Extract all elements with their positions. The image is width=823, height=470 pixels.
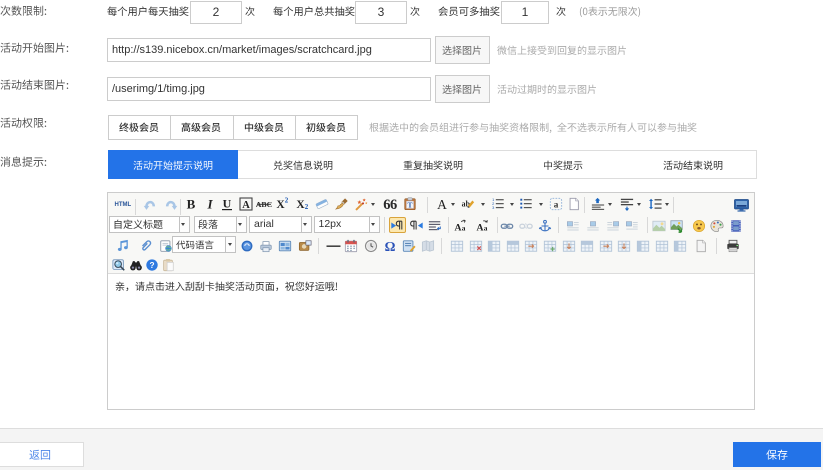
svg-text:3: 3 (492, 205, 495, 210)
svg-text:66: 66 (383, 197, 397, 211)
svg-text:A: A (437, 197, 447, 211)
svg-text:a: a (554, 200, 559, 210)
svg-text:A: A (454, 222, 461, 233)
svg-text:U: U (223, 197, 232, 211)
svg-text:a: a (484, 223, 488, 232)
svg-text:I: I (206, 197, 213, 211)
svg-text:2: 2 (305, 203, 309, 211)
svg-text:?: ? (149, 260, 154, 270)
svg-text:A: A (242, 200, 250, 211)
svg-text:Ω: Ω (385, 239, 396, 253)
svg-text:2: 2 (285, 197, 289, 205)
svg-text:a: a (462, 223, 466, 232)
svg-text:B: B (187, 197, 196, 211)
svg-text:T: T (408, 201, 413, 210)
svg-text:A: A (476, 222, 483, 233)
